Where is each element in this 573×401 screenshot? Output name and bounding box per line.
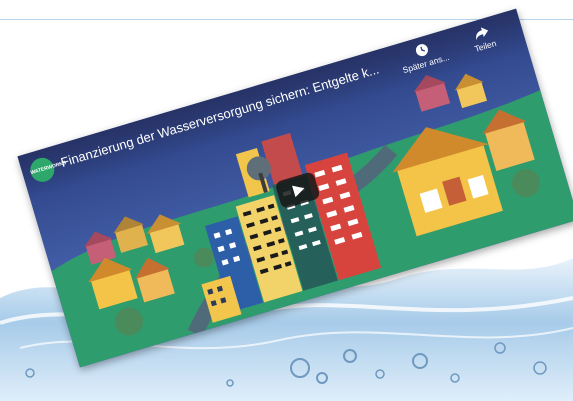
clock-icon [415, 44, 428, 57]
